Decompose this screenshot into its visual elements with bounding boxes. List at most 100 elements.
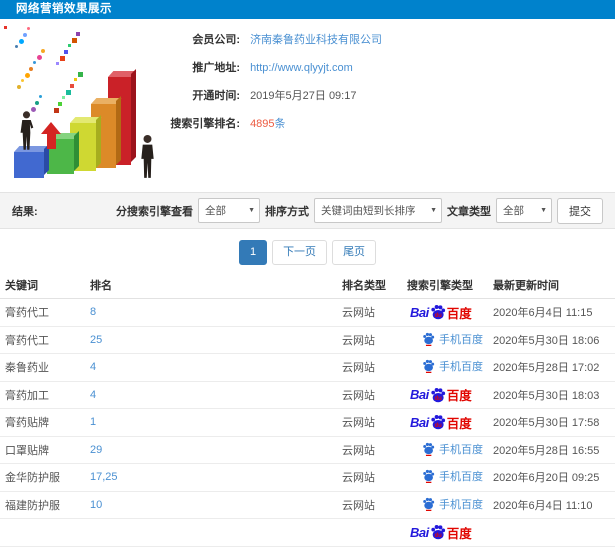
table-row: 膏药贴牌 1 云网站 Bai du 百度 2020年5月30日 17:58	[0, 408, 615, 437]
svg-text:du: du	[434, 533, 442, 539]
baidu-paw-icon: du	[431, 415, 445, 430]
results-table-wrap: 关键词 排名 排名类型 搜索引擎类型 最新更新时间 膏药代工 8 云网站 Bai…	[0, 272, 615, 547]
filter-controls: 分搜索引擎查看 全部 ▼ 排序方式 关键词由短到长排序 ▼ 文章类型 全部 ▼ …	[116, 197, 603, 224]
confetti-dot	[74, 78, 77, 81]
baidu-logo-latin: Bai	[410, 524, 429, 540]
baidu-logo-cn: 百度	[446, 416, 472, 431]
rank-type-cell: 云网站	[337, 491, 402, 519]
businessman-figure-left	[20, 111, 34, 150]
mobile-baidu-logo: 手机百度	[422, 331, 483, 347]
businessman-figure-right	[141, 134, 154, 178]
confetti-dot	[41, 49, 45, 53]
rank-link[interactable]: 8	[85, 298, 337, 327]
confetti-dot	[62, 96, 65, 99]
baidu-logo-cn: 百度	[446, 306, 472, 321]
confetti-dot	[37, 55, 42, 60]
update-time-cell: 2020年6月20日 09:25	[488, 463, 615, 492]
confetti-dot	[78, 72, 83, 77]
baidu-logo-cn: 百度	[446, 526, 472, 541]
confetti	[4, 26, 84, 118]
table-row: 秦鲁药业 4 云网站 手机百度 2020年5月28日 17:02	[0, 353, 615, 382]
engine-type-cell: Bai du 百度	[402, 518, 488, 547]
pagination: 1 下一页 尾页	[0, 240, 615, 266]
rank-link[interactable]: 4	[85, 381, 337, 409]
keyword-cell: 膏药代工	[0, 326, 85, 354]
confetti-dot	[58, 102, 62, 106]
svg-text:du: du	[434, 313, 442, 319]
mobile-baidu-paw-icon	[423, 332, 435, 346]
info-row-ranking-count: 搜索引擎排名: 4895条	[150, 114, 382, 134]
mobile-baidu-logo: 手机百度	[422, 468, 483, 484]
confetti-dot	[19, 39, 24, 44]
update-time-cell: 2020年6月4日 11:10	[488, 491, 615, 519]
rank-type-cell: 云网站	[337, 326, 402, 354]
engine-view-select[interactable]: 全部	[199, 199, 259, 222]
rank-link[interactable]: 25	[85, 326, 337, 354]
rank-link[interactable]: 29	[85, 436, 337, 464]
confetti-dot	[56, 62, 59, 65]
confetti-dot	[64, 50, 68, 54]
baidu-paw-icon: du	[431, 305, 445, 320]
mobile-baidu-label: 手机百度	[439, 443, 483, 456]
next-page-button[interactable]: 下一页	[272, 240, 328, 266]
results-table-body: 膏药代工 8 云网站 Bai du 百度 2020年6月4日 11:15 膏药代…	[0, 298, 615, 547]
article-type-select-wrap: 全部 ▼	[496, 198, 552, 223]
growth-chart-illustration	[2, 24, 172, 182]
baidu-logo: Bai du 百度	[410, 385, 472, 404]
keyword-cell: 口罩贴牌	[0, 436, 85, 464]
confetti-dot	[15, 45, 18, 48]
mobile-baidu-paw-icon	[423, 470, 435, 484]
keyword-cell: 膏药贴牌	[0, 408, 85, 437]
svg-text:du: du	[434, 423, 442, 429]
confetti-dot	[27, 27, 30, 30]
baidu-logo-latin: Bai	[410, 304, 429, 320]
last-page-button[interactable]: 尾页	[332, 240, 377, 266]
keyword-cell	[0, 518, 85, 547]
confetti-dot	[70, 84, 74, 88]
keyword-cell: 秦鲁药业	[0, 353, 85, 382]
confetti-dot	[39, 95, 42, 98]
promo-url-link[interactable]: http://www.qlyyjt.com	[250, 62, 353, 74]
baidu-logo: Bai du 百度	[410, 413, 472, 432]
confetti-dot	[21, 79, 24, 82]
table-row: 福建防护服 10 云网站 手机百度 2020年6月4日 11:10	[0, 491, 615, 519]
engine-type-cell: 手机百度	[402, 491, 488, 519]
ranking-count-link[interactable]: 4895条	[250, 118, 285, 130]
header-update-time: 最新更新时间	[488, 272, 615, 299]
sort-order-select[interactable]: 关键词由短到长排序	[315, 199, 441, 222]
baidu-logo-latin: Bai	[410, 414, 429, 430]
company-name-link[interactable]: 济南秦鲁药业科技有限公司	[250, 34, 382, 46]
rank-link[interactable]	[85, 518, 337, 547]
rank-link[interactable]: 1	[85, 408, 337, 437]
rank-link[interactable]: 10	[85, 491, 337, 519]
table-row: 口罩贴牌 29 云网站 手机百度 2020年5月28日 16:55	[0, 436, 615, 464]
table-row: 金华防护服 17,25 云网站 手机百度 2020年6月20日 09:25	[0, 463, 615, 492]
engine-type-cell: 手机百度	[402, 463, 488, 492]
result-label: 结果:	[12, 205, 38, 218]
open-time-label: 开通时间:	[192, 90, 240, 102]
keyword-cell: 膏药加工	[0, 381, 85, 409]
table-row: 膏药加工 4 云网站 Bai du 百度 2020年5月30日 18:03	[0, 381, 615, 409]
submit-button[interactable]: 提交	[557, 197, 603, 224]
up-arrow-icon	[40, 122, 62, 150]
page-title: 网络营销效果展示	[16, 3, 112, 15]
article-type-label: 文章类型	[447, 205, 491, 218]
baidu-paw-icon: du	[431, 387, 445, 403]
mobile-baidu-label: 手机百度	[439, 471, 483, 484]
rank-link[interactable]: 4	[85, 353, 337, 382]
article-type-select[interactable]: 全部	[497, 199, 551, 222]
rank-type-cell: 云网站	[337, 298, 402, 327]
keyword-cell: 膏药代工	[0, 298, 85, 327]
page-1-button[interactable]: 1	[238, 240, 268, 266]
confetti-dot	[54, 108, 59, 113]
keyword-cell: 金华防护服	[0, 463, 85, 492]
update-time-cell: 2020年5月28日 17:02	[488, 353, 615, 382]
confetti-dot	[72, 38, 77, 43]
confetti-dot	[4, 26, 7, 29]
mobile-baidu-paw-icon	[423, 360, 435, 374]
engine-type-cell: Bai du 百度	[402, 408, 488, 437]
filter-bar: 结果: 分搜索引擎查看 全部 ▼ 排序方式 关键词由短到长排序 ▼ 文章类型 全…	[0, 192, 615, 229]
header-keyword: 关键词	[0, 272, 85, 299]
rank-link[interactable]: 17,25	[85, 463, 337, 492]
update-time-cell: 2020年5月30日 18:06	[488, 326, 615, 354]
